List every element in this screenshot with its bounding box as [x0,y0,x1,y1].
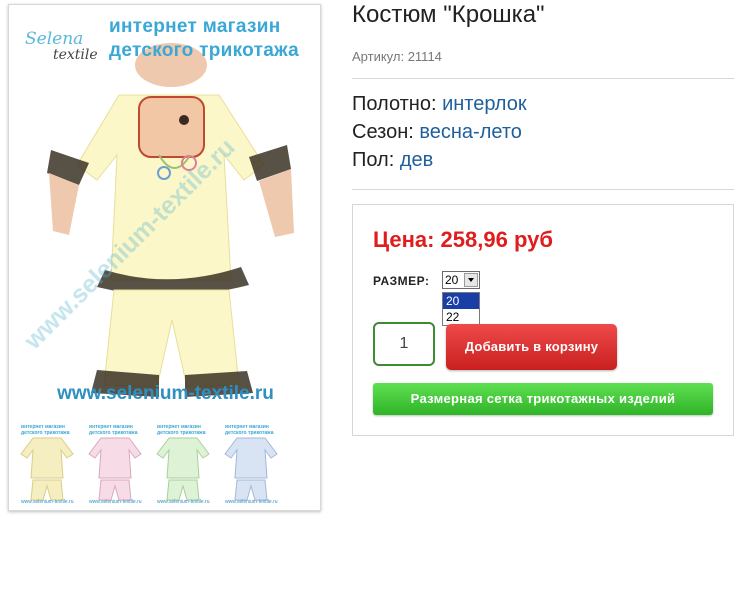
add-to-cart-button[interactable]: Добавить в корзину [446,324,617,370]
chevron-down-icon[interactable] [464,273,478,287]
store-banner: интернет магазин детского трикотажа [109,15,299,63]
product-image-card: Selena textile интернет магазин детского… [8,4,321,511]
size-select-value: 20 [445,273,459,287]
property-fabric-label: Полотно: [352,93,437,115]
thumbnail-pink[interactable]: интернет магазин детского трикотажа www.s… [83,420,147,508]
thumbnail-blue[interactable]: интернет магазин детского трикотажа www.s… [219,420,283,508]
thumb-blue-text: интернет магазин детского трикотажа [225,424,274,436]
property-gender: Пол: дев [352,146,527,174]
thumb-yellow-url: www.selenium-textile.ru [21,499,74,505]
logo-selena-text: Selena [25,29,84,49]
property-season: Сезон: весна-лето [352,118,527,146]
product-price: Цена: 258,96 руб [373,227,553,252]
main-product-photo[interactable]: Selena textile интернет магазин детского… [9,5,320,413]
property-gender-label: Пол: [352,149,395,171]
purchase-box: Цена: 258,96 руб РАЗМЕР: 20 20 22 1 Доба… [352,204,734,436]
thumbnail-strip: интернет магазин детского трикотажа www.s… [15,420,285,508]
property-fabric: Полотно: интерлок [352,90,527,118]
size-label: РАЗМЕР: [373,274,430,288]
product-sku: Артикул: 21114 [352,49,442,64]
thumb-pink-url: www.selenium-textile.ru [89,499,142,505]
thumb-green-url: www.selenium-textile.ru [157,499,210,505]
thumb-pink-text: интернет магазин детского трикотажа [89,424,138,436]
divider-bottom [352,189,734,190]
property-gender-value: дев [399,149,434,171]
product-properties: Полотно: интерлок Сезон: весна-лето Пол:… [352,90,527,174]
property-season-value: весна-лето [419,121,522,143]
store-banner-line2: детского трикотажа [109,40,299,61]
thumb-yellow-text: интернет магазин детского трикотажа [21,424,70,436]
size-chart-button[interactable]: Размерная сетка трикотажных изделий [373,383,713,415]
thumb-blue-url: www.selenium-textile.ru [225,499,278,505]
size-dropdown-list: 20 22 [442,292,480,326]
size-select[interactable]: 20 [442,271,480,289]
quantity-input[interactable]: 1 [373,322,435,366]
thumbnail-yellow[interactable]: интернет магазин детского трикотажа www.s… [15,420,79,508]
property-season-label: Сезон: [352,121,414,143]
size-option-22[interactable]: 22 [443,309,479,325]
divider-top [352,78,734,79]
product-title: Костюм "Крошка" [352,1,545,28]
thumbnail-green[interactable]: интернет магазин детского трикотажа www.s… [151,420,215,508]
property-fabric-value: интерлок [442,93,527,115]
size-option-20[interactable]: 20 [443,293,479,309]
logo-textile-text: textile [53,47,98,63]
photo-site-url: www.selenium-textile.ru [57,383,274,404]
thumb-green-text: интернет магазин детского трикотажа [157,424,206,436]
store-banner-line1: интернет магазин [109,16,281,37]
